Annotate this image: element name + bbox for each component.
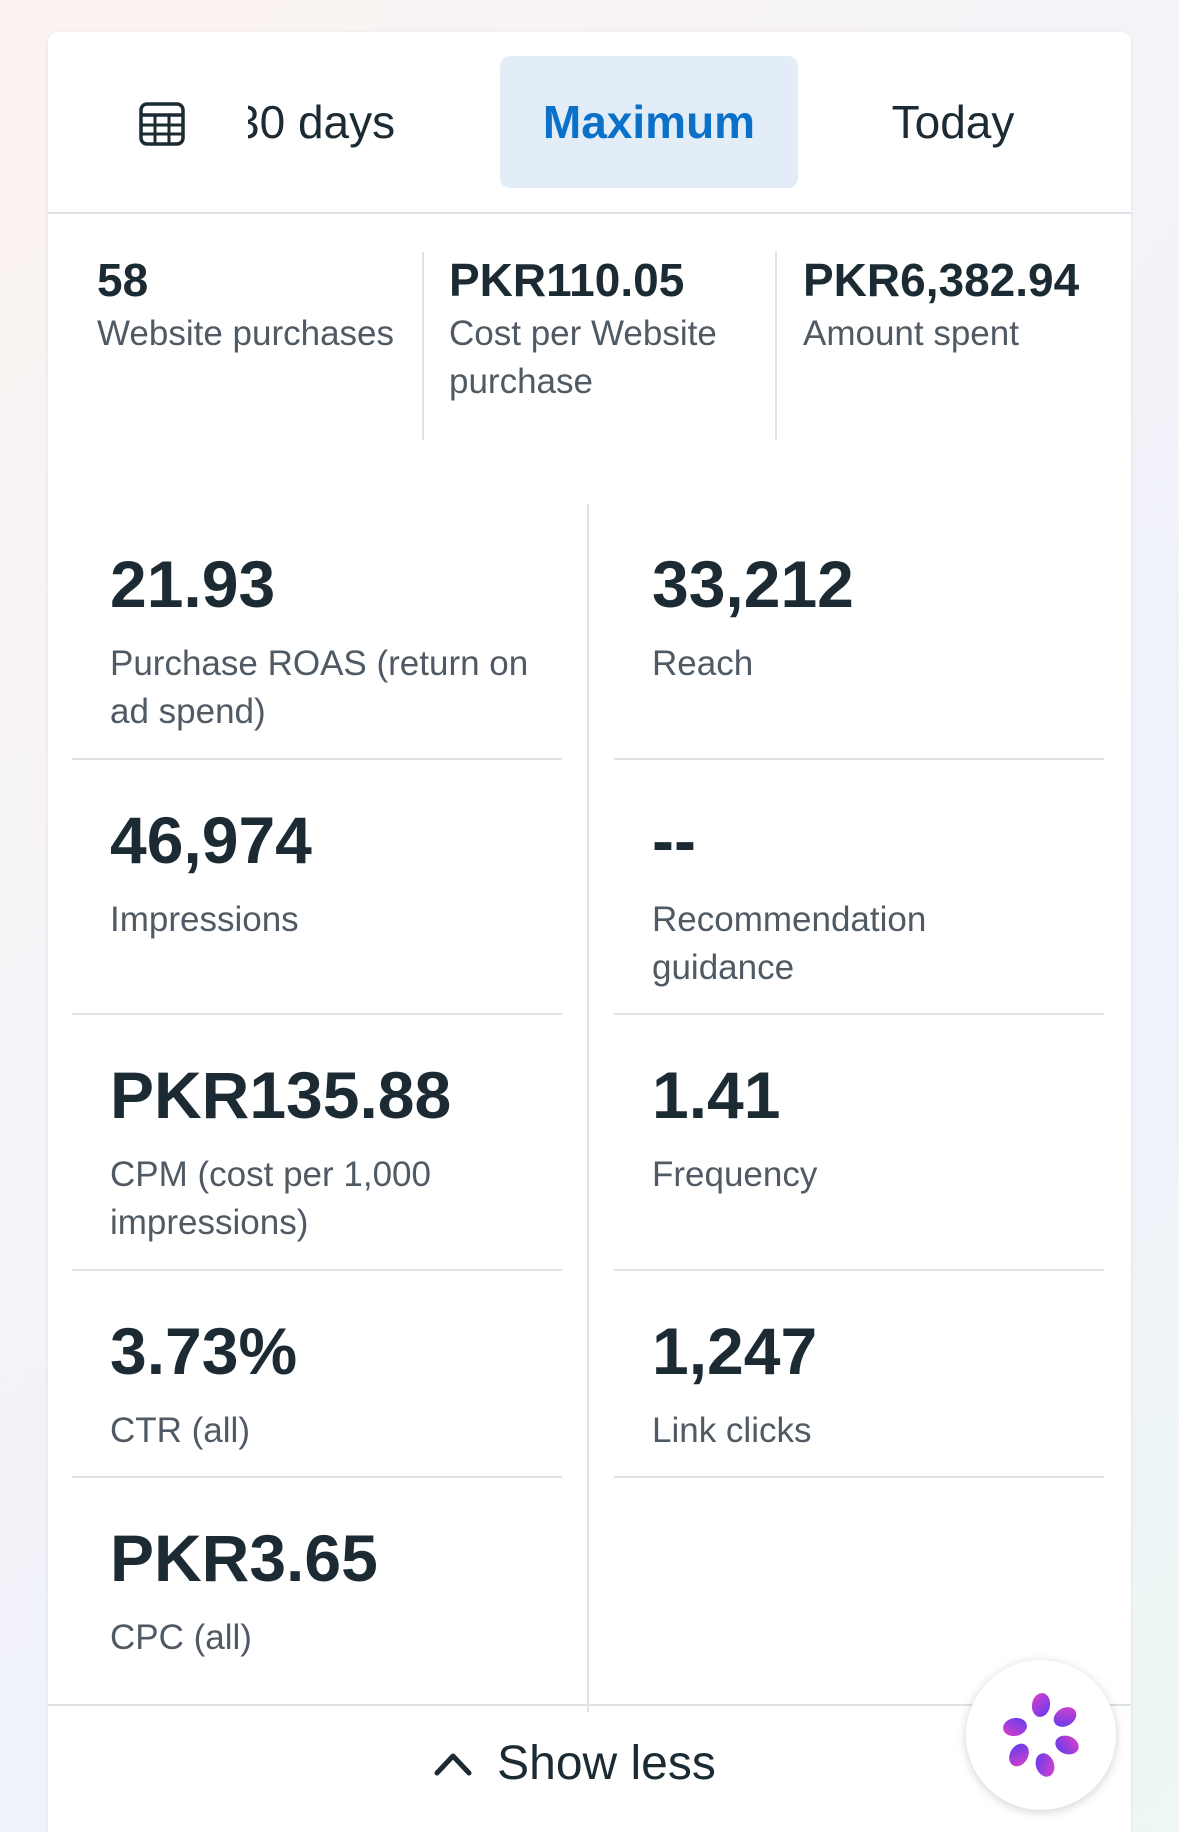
calendar-icon[interactable] — [138, 100, 186, 148]
range-maximum[interactable]: Maximum — [500, 56, 798, 188]
chevron-up-icon — [434, 1753, 472, 1776]
ai-assistant-button[interactable] — [966, 1660, 1116, 1810]
summary-value: PKR6,382.94 — [803, 254, 1080, 306]
metric-label: Purchase ROAS (return on ad spend) — [110, 644, 529, 731]
metric-value: PKR135.88 — [110, 1058, 452, 1132]
summary-cost-per-purchase: PKR110.05 Cost per Website purchase — [449, 250, 779, 406]
summary-value: PKR110.05 — [449, 254, 685, 306]
metric-label: Reach — [652, 644, 754, 683]
summary-label: Amount spent — [803, 314, 1019, 353]
metric-reach[interactable]: 33,212 Reach — [614, 504, 1104, 760]
summary-label: Website purchases — [97, 314, 395, 353]
metric-cpc[interactable]: PKR3.65 CPC (all) — [72, 1478, 562, 1704]
metric-label: CPC (all) — [110, 1618, 252, 1657]
summary-amount-spent: PKR6,382.94 Amount spent — [803, 250, 1131, 358]
show-less-label: Show less — [497, 1736, 716, 1790]
show-less-button[interactable]: Show less — [433, 1736, 716, 1791]
metric-value: -- — [652, 803, 696, 877]
metric-purchase-roas[interactable]: 21.93 Purchase ROAS (return on ad spend) — [72, 504, 562, 760]
metric-label: CPM (cost per 1,000 impressions) — [110, 1155, 431, 1242]
summary-divider — [422, 252, 424, 440]
grid-divider — [587, 504, 589, 1712]
metric-value: 46,974 — [110, 803, 312, 877]
range-30-days-label: 30 days — [248, 96, 396, 148]
summary-divider — [775, 252, 777, 440]
metric-recommendation-guidance[interactable]: -- Recommendation guidance — [614, 760, 1104, 1015]
summary-value: 58 — [97, 254, 149, 306]
summary-row: 58 Website purchases PKR110.05 Cost per … — [48, 250, 1131, 410]
metric-link-clicks[interactable]: 1,247 Link clicks — [614, 1271, 1104, 1478]
metric-value: PKR3.65 — [110, 1521, 378, 1595]
range-today-label: Today — [891, 96, 1015, 148]
metric-value: 3.73% — [110, 1314, 298, 1388]
metric-value: 21.93 — [110, 547, 276, 621]
summary-label: Cost per Website purchase — [449, 314, 717, 401]
ai-assistant-icon — [1003, 1693, 1079, 1777]
metric-frequency[interactable]: 1.41 Frequency — [614, 1015, 1104, 1271]
range-maximum-label: Maximum — [542, 96, 756, 148]
metric-label: Link clicks — [652, 1411, 812, 1450]
metric-value: 1,247 — [652, 1314, 818, 1388]
metric-label: Recommendation guidance — [652, 900, 927, 987]
metric-label: CTR (all) — [110, 1411, 250, 1450]
range-30-days[interactable]: 30 days — [248, 56, 418, 188]
range-today[interactable]: Today — [838, 56, 1068, 188]
metric-cpm[interactable]: PKR135.88 CPM (cost per 1,000 impression… — [72, 1015, 562, 1271]
date-range-bar: 30 days Maximum Today — [48, 32, 1131, 214]
metric-ctr[interactable]: 3.73% CTR (all) — [72, 1271, 562, 1478]
metric-value: 33,212 — [652, 547, 854, 621]
insights-card: 30 days Maximum Today 58 Website purchas… — [48, 32, 1131, 1832]
row-divider — [614, 1476, 1104, 1478]
summary-website-purchases: 58 Website purchases — [97, 250, 427, 358]
metric-label: Impressions — [110, 900, 299, 939]
metric-label: Frequency — [652, 1155, 818, 1194]
metric-value: 1.41 — [652, 1058, 781, 1132]
metric-impressions[interactable]: 46,974 Impressions — [72, 760, 562, 1015]
